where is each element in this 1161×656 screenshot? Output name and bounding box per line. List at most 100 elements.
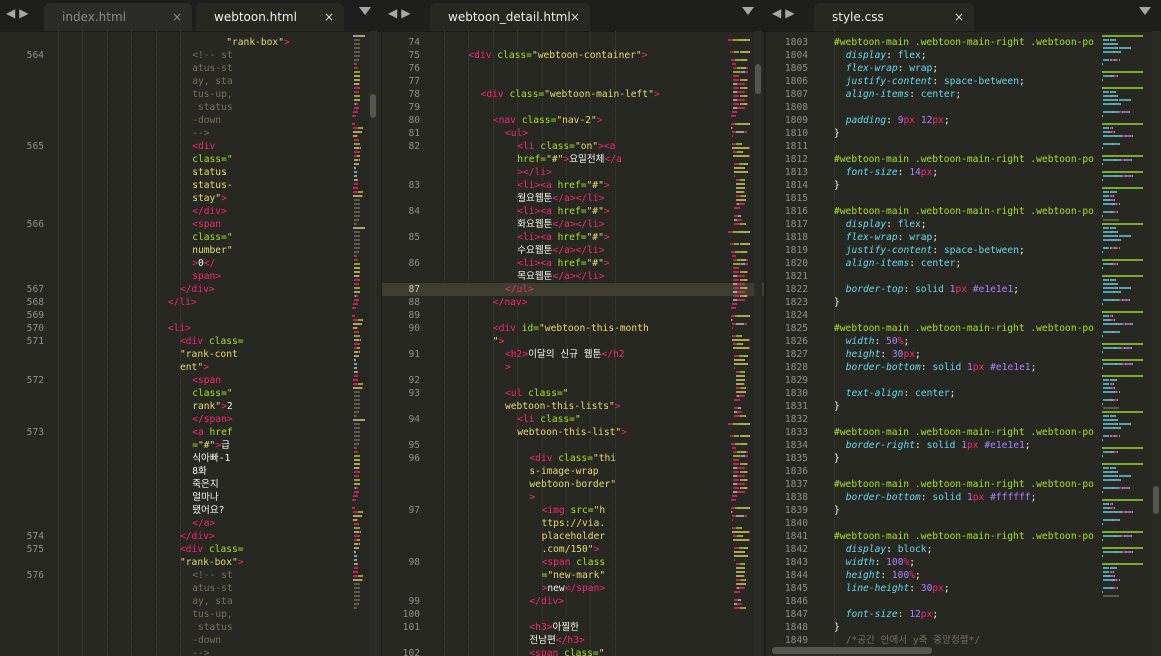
minimap-line (1113, 383, 1114, 385)
line-number: 1847 (784, 609, 808, 620)
close-icon[interactable]: × (172, 3, 182, 31)
minimap-line (360, 35, 365, 37)
scrollbar-thumb[interactable] (370, 94, 376, 118)
minimap-line (1116, 43, 1118, 45)
code-line: <div class= (180, 335, 244, 348)
minimap-line (747, 443, 748, 445)
code-area[interactable]: 74 75 <div class="webtoon-container"> 76 77 7… (382, 31, 764, 656)
close-icon[interactable]: × (954, 3, 964, 31)
chevron-right-icon[interactable]: ▶ (19, 6, 32, 20)
code-token: } (834, 297, 840, 308)
tab-style-css[interactable]: style.css × (814, 3, 974, 31)
line-number (382, 426, 420, 439)
scrollbar-thumb[interactable] (755, 64, 761, 94)
dropdown-arrow-icon[interactable] (1139, 7, 1151, 15)
code-line: </div> (192, 205, 227, 218)
minimap-line (1114, 199, 1115, 201)
minimap-line (358, 351, 360, 353)
minimap-line (356, 327, 358, 329)
code-token: .com/150" (541, 544, 594, 555)
vertical-scrollbar[interactable] (369, 31, 377, 656)
dropdown-arrow-icon[interactable] (742, 7, 754, 15)
tab-label: webtoon_detail.html (448, 10, 571, 24)
minimap-line (749, 339, 750, 341)
code-token: ; (932, 609, 939, 620)
minimap-line (1103, 287, 1117, 289)
line-number (0, 179, 44, 192)
horizontal-scrollbar[interactable] (772, 647, 932, 654)
code-token: "#" (546, 154, 564, 165)
code-token: > (498, 336, 505, 347)
minimap-line (1103, 399, 1112, 401)
tab-index-html[interactable]: index.html × (44, 3, 192, 31)
minimap-line (354, 595, 361, 597)
code-token: > (593, 544, 600, 555)
code-token: class= (521, 115, 557, 126)
code-token: flex (897, 219, 921, 230)
chevron-right-icon[interactable]: ▶ (401, 6, 414, 20)
code-token: border-bottom (845, 362, 921, 373)
minimap-line (743, 575, 745, 577)
line-number: 96 (408, 453, 420, 464)
minimap[interactable] (1102, 31, 1146, 656)
close-icon[interactable]: × (324, 3, 334, 31)
scrollbar-thumb[interactable] (1153, 486, 1159, 514)
minimap-line (735, 323, 744, 325)
chevron-right-icon[interactable]: ▶ (785, 6, 798, 20)
code-token: space-between (943, 76, 1019, 87)
minimap-line (354, 403, 361, 405)
code-token: border-top (845, 284, 904, 295)
minimap-line (1102, 215, 1103, 217)
code-token: : (880, 570, 892, 581)
minimap-line (1102, 523, 1103, 525)
chevron-left-icon[interactable]: ◀ (772, 6, 785, 20)
dropdown-arrow-icon[interactable] (359, 7, 371, 15)
minimap-line (733, 75, 739, 77)
close-icon[interactable]: × (570, 3, 580, 31)
chevron-left-icon[interactable]: ◀ (388, 6, 401, 20)
minimap-line (736, 299, 745, 301)
code-token: : (920, 362, 933, 373)
code-token: } (834, 453, 840, 464)
minimap-line (351, 123, 356, 125)
code-token: #e1e1e1 (990, 362, 1031, 373)
code-token: 30 (920, 583, 933, 594)
minimap[interactable] (341, 31, 365, 656)
minimap-line (1132, 511, 1133, 513)
code-token: align-items (845, 89, 910, 100)
minimap-line (1102, 171, 1143, 173)
minimap-line (732, 63, 736, 65)
chevron-left-icon[interactable]: ◀ (6, 6, 19, 20)
minimap-line (356, 539, 361, 541)
minimap[interactable] (726, 31, 750, 656)
code-token: 목요웹툰 (517, 271, 553, 282)
code-line: } (834, 179, 840, 192)
code-token: px (932, 583, 944, 594)
line-number: 1832 (784, 414, 808, 425)
code-token: > (529, 492, 536, 503)
minimap-line (357, 191, 363, 193)
tab-webtoon-html[interactable]: webtoon.html × (196, 3, 344, 31)
vertical-scrollbar[interactable] (1152, 31, 1160, 656)
minimap-line (354, 463, 361, 465)
code-token: href= (557, 232, 587, 243)
minimap-line (1112, 127, 1114, 129)
code-token: > (237, 557, 244, 568)
vertical-scrollbar[interactable] (754, 31, 762, 656)
code-area[interactable]: 1803 #webtoon-main .webtoon-main-right .w… (766, 31, 1161, 656)
code-line: border-bottom: solid 1px #ffffff; (846, 491, 1037, 504)
minimap-line (736, 467, 745, 469)
minimap-line (359, 147, 361, 149)
minimap-line (1102, 79, 1103, 81)
line-number: 1814 (784, 180, 808, 191)
code-token: atus-st (192, 63, 233, 74)
minimap-line (733, 459, 739, 461)
line-number: 76 (408, 63, 420, 74)
code-token: 50 (886, 336, 898, 347)
tab-webtoon-detail-html[interactable]: webtoon_detail.html × (430, 3, 590, 31)
minimap-line (741, 195, 746, 197)
code-area[interactable]: "rank-box"> 564 <!-- st atus-st ay, sta tus-u… (0, 31, 381, 656)
code-token: } (834, 180, 840, 191)
minimap-line (733, 155, 750, 157)
minimap-line (1102, 63, 1103, 65)
